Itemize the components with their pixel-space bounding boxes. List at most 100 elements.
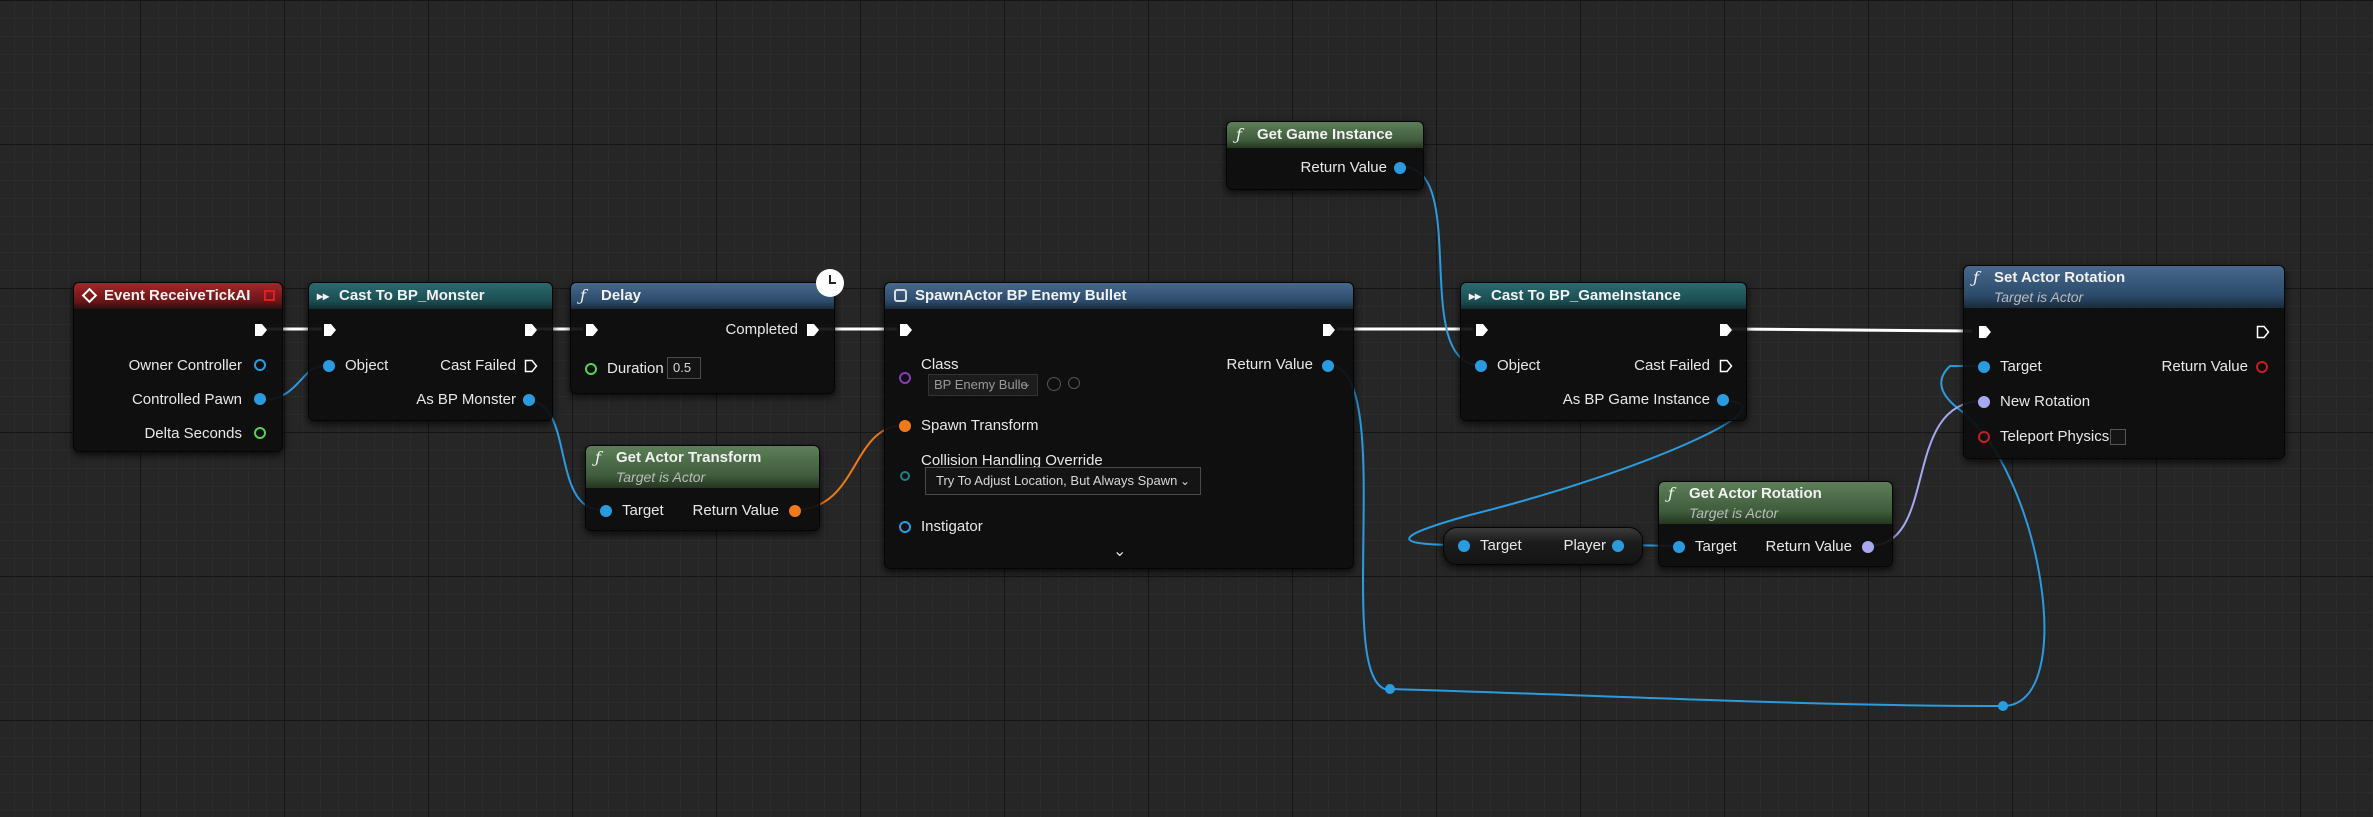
exec-in-pin[interactable] <box>1475 323 1489 337</box>
return-value-pin[interactable] <box>1862 541 1874 553</box>
target-pin[interactable] <box>1673 541 1685 553</box>
owner-controller-pin[interactable] <box>254 359 266 371</box>
event-receive-tick-ai-node[interactable]: Event ReceiveTickAI Owner Controller Con… <box>73 282 283 452</box>
as-bp-game-instance-pin[interactable] <box>1717 394 1729 406</box>
node-header: SpawnActor BP Enemy Bullet <box>885 283 1353 309</box>
return-value-pin[interactable] <box>1394 162 1406 174</box>
exec-in-pin[interactable] <box>585 323 599 337</box>
cast-failed-exec-pin[interactable] <box>1719 359 1733 373</box>
node-title: Get Game Instance <box>1257 126 1393 143</box>
player-pin[interactable] <box>1612 540 1624 552</box>
target-pin[interactable] <box>1458 540 1470 552</box>
use-selected-arrow-icon[interactable] <box>1047 377 1061 391</box>
cast-to-bp-monster-node[interactable]: ▸▸ Cast To BP_Monster Object Cast Failed… <box>308 282 553 421</box>
owner-controller-label: Owner Controller <box>128 357 242 374</box>
duration-pin[interactable] <box>585 363 597 375</box>
cast-to-bp-game-instance-node[interactable]: ▸▸ Cast To BP_GameInstance Object Cast F… <box>1460 282 1747 421</box>
exec-out-pin[interactable] <box>2256 325 2270 339</box>
node-header: ƒ Set Actor Rotation Target is Actor <box>1964 266 2284 308</box>
node-title: SpawnActor BP Enemy Bullet <box>915 287 1127 304</box>
target-label: Target <box>1695 538 1737 555</box>
get-game-instance-node[interactable]: ƒ Get Game Instance Return Value <box>1226 121 1424 190</box>
object-pin[interactable] <box>323 360 335 372</box>
exec-out-pin[interactable] <box>1322 323 1336 337</box>
collision-dropdown[interactable]: Try To Adjust Location, But Always Spawn… <box>925 467 1201 495</box>
node-title: Cast To BP_Monster <box>339 287 485 304</box>
object-wire <box>1389 688 2004 707</box>
target-label: Target <box>1480 537 1522 554</box>
completed-exec-pin[interactable] <box>806 323 820 337</box>
instigator-pin[interactable] <box>899 521 911 533</box>
return-value-pin[interactable] <box>1322 360 1334 372</box>
exec-out-pin[interactable] <box>1719 323 1733 337</box>
return-value-pin[interactable] <box>789 505 801 517</box>
node-header: ▸▸ Cast To BP_GameInstance <box>1461 283 1746 309</box>
expand-chevron-icon[interactable]: ⌄ <box>1113 541 1126 561</box>
target-label: Target <box>2000 358 2042 375</box>
node-title: Delay <box>601 287 642 304</box>
teleport-physics-checkbox[interactable] <box>2110 429 2126 445</box>
get-actor-rotation-node[interactable]: ƒ Get Actor Rotation Target is Actor Tar… <box>1658 481 1893 567</box>
exec-out-pin[interactable] <box>254 323 268 337</box>
node-title: Get Actor Rotation <box>1689 485 1822 502</box>
teleport-physics-label: Teleport Physics <box>2000 428 2110 445</box>
function-f-icon: ƒ <box>595 448 601 467</box>
spawn-actor-icon <box>894 289 907 302</box>
node-title: Cast To BP_GameInstance <box>1491 287 1681 304</box>
delta-seconds-pin[interactable] <box>254 427 266 439</box>
node-header: ƒ Get Actor Rotation Target is Actor <box>1659 482 1892 524</box>
node-subtitle: Target is Actor <box>1994 289 2084 305</box>
teleport-physics-pin[interactable] <box>1978 431 1990 443</box>
delta-seconds-label: Delta Seconds <box>144 425 242 442</box>
node-header: ƒ Delay <box>571 283 834 309</box>
node-title: Get Actor Transform <box>616 449 762 466</box>
function-f-icon: ƒ <box>580 286 586 305</box>
node-header: ƒ Get Game Instance <box>1227 122 1423 148</box>
reroute-knot[interactable] <box>1385 684 1395 694</box>
duration-input[interactable]: 0.5 <box>667 357 701 379</box>
node-header: ƒ Get Actor Transform Target is Actor <box>586 446 819 488</box>
node-subtitle: Target is Actor <box>616 469 706 485</box>
controlled-pawn-pin[interactable] <box>254 393 266 405</box>
chevron-down-icon: ⌄ <box>1179 474 1190 488</box>
player-label: Player <box>1563 537 1606 554</box>
chevron-down-icon: ⌄ <box>1022 379 1031 390</box>
exec-in-pin[interactable] <box>1978 325 1992 339</box>
as-bp-monster-label: As BP Monster <box>416 391 516 408</box>
collision-dropdown-value: Try To Adjust Location, But Always Spawn <box>936 473 1178 488</box>
collision-pin[interactable] <box>900 471 910 481</box>
as-bp-monster-pin[interactable] <box>523 394 535 406</box>
object-pin[interactable] <box>1475 360 1487 372</box>
object-label: Object <box>1497 357 1541 374</box>
reroute-knot[interactable] <box>1998 701 2008 711</box>
controlled-pawn-label: Controlled Pawn <box>131 391 242 408</box>
new-rotation-pin[interactable] <box>1978 396 1990 408</box>
exec-in-pin[interactable] <box>899 323 913 337</box>
function-f-icon: ƒ <box>1236 125 1242 144</box>
return-value-pin[interactable] <box>2256 361 2268 373</box>
cast-arrows-icon: ▸▸ <box>1469 289 1482 303</box>
magnifier-icon[interactable] <box>1068 377 1080 389</box>
get-actor-transform-node[interactable]: ƒ Get Actor Transform Target is Actor Ta… <box>585 445 820 531</box>
target-pin[interactable] <box>600 505 612 517</box>
exec-out-pin[interactable] <box>524 323 538 337</box>
delay-node[interactable]: ƒ Delay Completed Duration 0.5 <box>570 282 835 394</box>
class-label: Class <box>921 356 959 373</box>
set-actor-rotation-node[interactable]: ƒ Set Actor Rotation Target is Actor Tar… <box>1963 265 2285 459</box>
delegate-pin-icon[interactable] <box>264 290 275 301</box>
cast-failed-exec-pin[interactable] <box>524 359 538 373</box>
class-pin[interactable] <box>899 372 911 384</box>
node-subtitle: Target is Actor <box>1689 505 1779 521</box>
node-title: Set Actor Rotation <box>1994 269 2126 286</box>
player-variable-get-node[interactable]: Target Player <box>1443 527 1643 565</box>
cast-arrows-icon: ▸▸ <box>317 289 330 303</box>
target-pin[interactable] <box>1978 361 1990 373</box>
spawn-transform-pin[interactable] <box>899 420 911 432</box>
class-dropdown[interactable]: BP Enemy Bulle ⌄ <box>928 374 1038 396</box>
spawn-actor-node[interactable]: SpawnActor BP Enemy Bullet Class BP Enem… <box>884 282 1354 569</box>
node-header: ▸▸ Cast To BP_Monster <box>309 283 552 309</box>
completed-label: Completed <box>725 321 798 338</box>
exec-in-pin[interactable] <box>323 323 337 337</box>
node-title: Event ReceiveTickAI <box>104 287 251 304</box>
class-dropdown-value: BP Enemy Bulle <box>934 377 1028 392</box>
